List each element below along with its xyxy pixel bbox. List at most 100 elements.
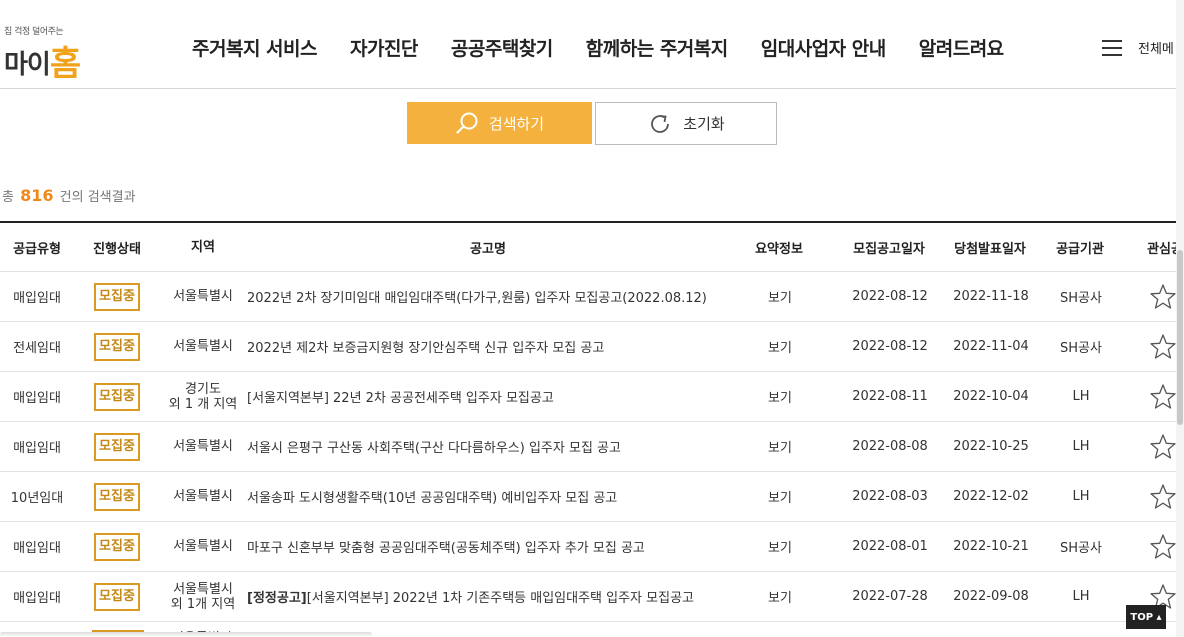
star-outline-icon[interactable] (1149, 283, 1177, 311)
row-notice-date: 2022-08-08 (852, 439, 928, 454)
status-badge: 모집중 (94, 482, 140, 511)
status-badge: 모집중 (94, 382, 140, 411)
row-summary-link[interactable]: 보기 (731, 287, 829, 306)
nav-item-self-diagnosis[interactable]: 자가진단 (350, 34, 418, 61)
row-agency: LH (1072, 489, 1090, 504)
row-region: 경기도 외 1 개 지역 (160, 382, 246, 412)
row-title: [서울지역본부] 22년 2차 공공전세주택 입주자 모집공고 (247, 391, 554, 406)
row-region-name: 서울특별시 (173, 489, 233, 504)
row-title-link[interactable]: 서울시 은평구 구산동 사회주택(구산 다다름하우스) 입주자 모집 공고 (246, 437, 731, 456)
scroll-top-button[interactable]: TOP ▴ (1126, 605, 1166, 629)
row-status: 모집중 (74, 532, 160, 561)
row-region: 서울특별시 (160, 289, 246, 304)
col-header-title: 공고명 (470, 241, 506, 257)
row-region-name: 서울특별시 (173, 581, 233, 597)
row-summary-link[interactable]: 보기 (731, 537, 829, 556)
row-summary-link[interactable]: 보기 (731, 387, 829, 406)
row-title-link[interactable]: 2022년 제2차 보증금지원형 장기안심주택 신규 입주자 모집 공고 (246, 337, 731, 356)
row-region: 서울특별시 (160, 489, 246, 504)
site-logo[interactable]: 집 걱정 덜어주는 마이홈 (4, 18, 114, 84)
col-header-agency: 공급기관 (1056, 241, 1104, 257)
row-summary-link[interactable]: 보기 (731, 337, 829, 356)
hamburger-icon[interactable] (1102, 40, 1122, 56)
col-header-region: 지역 (191, 239, 215, 255)
row-region-extra: 외 1개 지역 (170, 596, 236, 612)
col-header-summary: 요약정보 (755, 241, 803, 257)
row-supply-type: 매입임대 (13, 591, 61, 606)
star-outline-icon[interactable] (1149, 433, 1177, 461)
row-region: 서울특별시 외 1개 지역 (160, 582, 246, 612)
row-announce-date: 2022-09-08 (953, 589, 1029, 604)
row-title-link[interactable]: 마포구 신혼부부 맞춤형 공공임대주택(공동체주택) 입주자 추가 모집 공고 (246, 537, 731, 556)
row-title-prefix: [정정공고] (247, 591, 307, 606)
scrollbar-thumb[interactable] (1177, 250, 1183, 425)
row-region: 서울특별시 (160, 339, 246, 354)
table-row[interactable]: 매입임대 모집중 경기도 외 1 개 지역 [서울지역본부] 22년 2차 공공전세주택… (0, 372, 1176, 422)
row-title-link[interactable]: [정정공고][서울지역본부] 2022년 1차 기존주택등 매입임대주택 입주자… (246, 587, 731, 606)
row-status: 모집중 (74, 582, 160, 611)
status-badge: 모집중 (94, 582, 140, 611)
row-summary-link[interactable]: 보기 (731, 587, 829, 606)
row-region-name: 서울특별시 (173, 289, 233, 304)
star-outline-icon[interactable] (1149, 483, 1177, 511)
nav-item-public-housing[interactable]: 공공주택찾기 (450, 34, 553, 65)
row-summary-link[interactable]: 보기 (731, 487, 829, 506)
row-announce-date: 2022-10-21 (953, 539, 1029, 554)
col-header-status: 진행상태 (93, 241, 141, 257)
row-title: [서울지역본부] 2022년 1차 기존주택등 매입임대주택 입주자 모집공고 (306, 591, 694, 606)
table-row[interactable]: 매입임대 모집중 서울특별시 마포구 신혼부부 맞춤형 공공임대주택(공동체주택) 입… (0, 522, 1176, 572)
search-button[interactable]: 검색하기 (407, 102, 592, 144)
result-count: 총 816 건의 검색결과 (2, 186, 136, 205)
housing-notice-table: 공급유형 진행상태 지역 공고명 요약정보 모집공고일자 당첨발표일자 공급기관… (0, 221, 1184, 622)
horizontal-scrollbar[interactable] (0, 632, 372, 637)
row-status: 모집중 (74, 382, 160, 411)
row-notice-date: 2022-08-01 (852, 539, 928, 554)
col-header-notice-date: 모집공고일자 (853, 241, 925, 257)
row-region-name: 경기도 (185, 381, 221, 397)
row-announce-date: 2022-11-18 (953, 289, 1029, 304)
col-header-type: 공급유형 (13, 241, 61, 257)
status-badge: 모집중 (94, 282, 140, 311)
status-badge: 모집중 (94, 432, 140, 461)
all-menu-link[interactable]: 전체메 (1138, 38, 1174, 57)
nav-item-landlord-guide[interactable]: 임대사업자 안내 (761, 34, 886, 61)
table-row[interactable]: 매입임대 모집중 서울특별시 외 1개 지역 [정정공고][서울지역본부] 2022년 … (0, 572, 1176, 622)
table-row[interactable]: 매입임대 모집중 서울특별시 서울시 은평구 구산동 사회주택(구산 다다름하우스) … (0, 422, 1176, 472)
row-summary-link[interactable]: 보기 (731, 437, 829, 456)
row-title: 서울시 은평구 구산동 사회주택(구산 다다름하우스) 입주자 모집 공고 (247, 441, 621, 456)
row-title-link[interactable]: 2022년 2차 장기미임대 매입임대주택(다가구,원룸) 입주자 모집공고(2… (246, 287, 731, 306)
row-region-name: 서울특별시 (173, 539, 233, 554)
star-outline-icon[interactable] (1149, 533, 1177, 561)
result-suffix: 건의 검색결과 (59, 190, 136, 205)
nav-item-notices[interactable]: 알려드려요 (919, 34, 1004, 61)
table-row[interactable]: 10년임대 모집중 서울특별시 서울송파 도시형생활주택(10년 공공임대주택) 예비… (0, 472, 1176, 522)
table-row[interactable]: 전세임대 모집중 서울특별시 2022년 제2차 보증금지원형 장기안심주택 신규 입… (0, 322, 1176, 372)
row-title: 서울송파 도시형생활주택(10년 공공임대주택) 예비입주자 모집 공고 (247, 491, 618, 506)
row-title-link[interactable]: [서울지역본부] 22년 2차 공공전세주택 입주자 모집공고 (246, 387, 731, 406)
row-title: 2022년 2차 장기미임대 매입임대주택(다가구,원룸) 입주자 모집공고(2… (247, 291, 707, 306)
nav-item-housing-welfare[interactable]: 주거복지 서비스 (192, 34, 317, 61)
row-supply-type: 전세임대 (13, 341, 61, 356)
row-region: 서울특별시 (160, 539, 246, 554)
row-supply-type: 매입임대 (13, 291, 61, 306)
star-outline-icon[interactable] (1149, 333, 1177, 361)
logo-text: 마이 (4, 50, 51, 80)
row-notice-date: 2022-07-28 (852, 589, 928, 604)
nav-item-together[interactable]: 함께하는 주거복지 (586, 34, 728, 61)
result-prefix: 총 (2, 190, 14, 205)
row-region-name: 서울특별시 (173, 339, 233, 354)
vertical-scrollbar[interactable] (1176, 0, 1184, 637)
row-announce-date: 2022-11-04 (953, 339, 1029, 354)
row-notice-date: 2022-08-03 (852, 489, 928, 504)
reset-button[interactable]: 초기화 (595, 102, 777, 145)
row-announce-date: 2022-10-04 (953, 389, 1029, 404)
star-outline-icon[interactable] (1149, 383, 1177, 411)
row-title-link[interactable]: 서울송파 도시형생활주택(10년 공공임대주택) 예비입주자 모집 공고 (246, 487, 731, 506)
row-region-extra: 외 1 개 지역 (168, 396, 238, 412)
row-agency: SH공사 (1060, 541, 1102, 556)
table-row[interactable]: 매입임대 모집중 서울특별시 2022년 2차 장기미임대 매입임대주택(다가구,원룸… (0, 272, 1176, 322)
row-region-name: 서울특별시 (173, 439, 233, 454)
row-status: 모집중 (74, 332, 160, 361)
row-notice-date: 2022-08-11 (852, 389, 928, 404)
row-agency: SH공사 (1060, 341, 1102, 356)
